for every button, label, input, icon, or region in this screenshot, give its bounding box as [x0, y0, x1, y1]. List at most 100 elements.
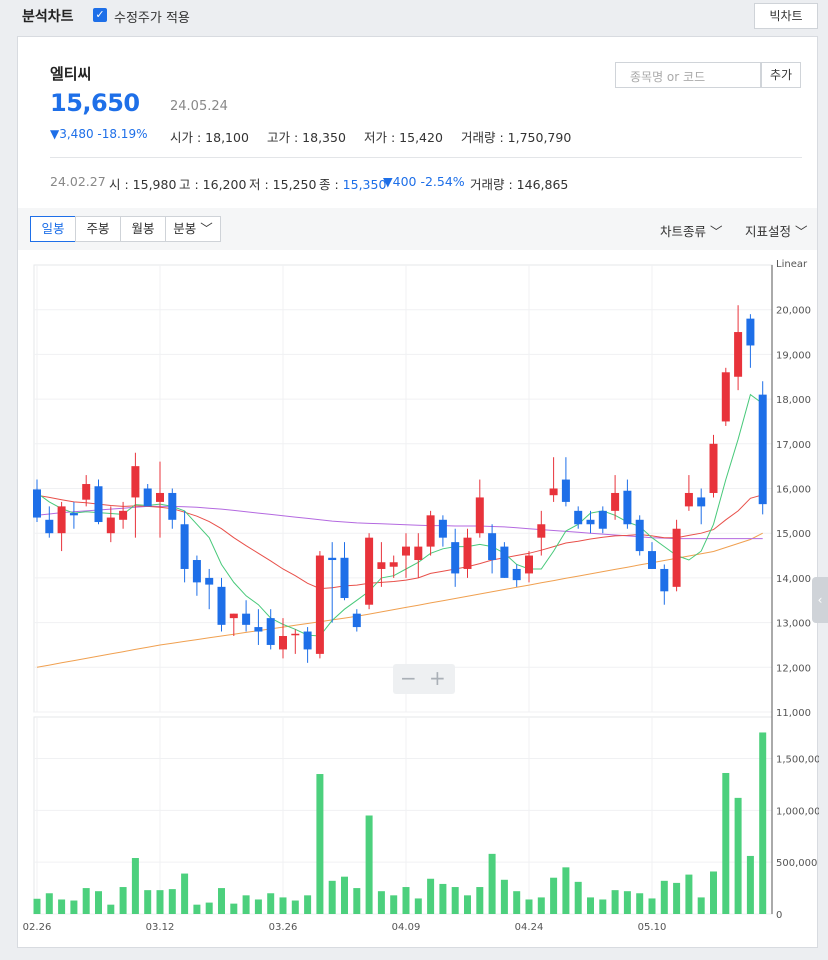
candle-up — [426, 515, 435, 547]
volume-bar — [476, 887, 484, 914]
volume-tick-label: 500,000 — [776, 858, 817, 869]
volume-bar — [525, 899, 533, 914]
candle-down — [598, 510, 607, 529]
volume-bar — [390, 895, 398, 914]
candle-down — [697, 497, 706, 507]
volume-bar — [759, 732, 767, 914]
volume-bar — [574, 881, 582, 914]
volume-bar — [131, 858, 139, 914]
volume-bar — [611, 890, 619, 914]
candle-up — [525, 555, 533, 574]
zoom-out-button[interactable]: − — [400, 664, 417, 692]
volume-tick-label: 1,000,000 — [776, 806, 819, 817]
volume-bar — [710, 871, 717, 914]
adjusted-price-checkbox[interactable]: ✓ — [93, 8, 107, 22]
volume-bar — [673, 882, 681, 914]
candle-up — [463, 537, 472, 569]
volume-bar — [119, 887, 127, 914]
candle-up — [365, 537, 374, 605]
volume-bar — [279, 897, 287, 914]
volume-bar — [33, 898, 41, 914]
volume-tick-label: 0 — [776, 910, 782, 921]
volume-bar — [697, 897, 705, 914]
top-bar: 분석차트 ✓ 수정주가 적용 빅차트 — [0, 0, 828, 32]
volume-bar — [353, 888, 361, 914]
volume-bar — [230, 903, 238, 914]
volume-bar — [636, 893, 644, 914]
candlestick-chart[interactable]: 11,000 12,000 13,000 14,000 15,000 16,000 17,0… — [18, 37, 819, 949]
volume-bar — [488, 853, 496, 914]
volume-bar — [685, 874, 693, 914]
volume-bar — [439, 883, 447, 914]
price-scale-label: Linear — [776, 259, 808, 270]
x-tick-label: 05.10 — [638, 922, 667, 933]
bigchart-button[interactable]: 빅차트 — [754, 3, 818, 29]
candle-down — [254, 627, 263, 632]
candle-down — [561, 479, 570, 502]
volume-bar — [377, 891, 385, 914]
candle-down — [340, 557, 349, 599]
volume-bar — [341, 876, 348, 914]
candle-up — [549, 488, 558, 496]
x-tick-label: 03.26 — [269, 922, 298, 933]
candle-up — [131, 466, 140, 498]
candle-up — [734, 332, 743, 377]
candle-down — [205, 577, 214, 585]
candle-down — [623, 490, 632, 525]
candle-down — [438, 519, 447, 538]
volume-bar — [107, 904, 115, 914]
volume-bar — [328, 880, 336, 914]
volume-bar — [464, 895, 471, 914]
candle-up — [709, 443, 718, 493]
candle-down — [242, 613, 251, 625]
volume-bar — [193, 904, 201, 914]
price-tick-label: 12,000 — [776, 663, 811, 674]
candle-up — [402, 546, 410, 556]
price-tick-label: 14,000 — [776, 574, 811, 585]
zoom-in-button[interactable]: + — [429, 664, 446, 692]
candle-down — [586, 519, 595, 525]
candle-up — [57, 506, 66, 534]
adjusted-price-label[interactable]: 수정주가 적용 — [114, 7, 190, 26]
candle-down — [33, 489, 41, 518]
candle-down — [192, 560, 201, 583]
volume-bar — [537, 897, 545, 914]
candle-up — [119, 510, 128, 520]
candle-down — [512, 568, 521, 581]
candle-down — [635, 519, 644, 552]
volume-bar — [500, 879, 508, 914]
candle-up — [291, 633, 300, 636]
price-tick-label: 19,000 — [776, 350, 811, 361]
candle-up — [279, 636, 287, 650]
candle-down — [746, 318, 755, 346]
volume-bar — [427, 878, 435, 914]
volume-bar — [562, 867, 570, 914]
page-title: 분석차트 — [22, 9, 74, 25]
volume-bar — [304, 895, 312, 914]
volume-bar — [267, 893, 275, 914]
volume-bar — [550, 877, 558, 914]
candle-up — [82, 484, 91, 500]
volume-bar — [291, 900, 299, 914]
candle-up — [611, 492, 620, 511]
chart-panel: 엘티씨 15,650 24.05.24 ▼3,480 -18.19% 시가 : … — [17, 36, 819, 949]
candle-down — [328, 557, 337, 561]
candle-up — [389, 562, 398, 567]
side-panel-toggle[interactable]: ‹ — [812, 577, 828, 623]
volume-bar — [734, 797, 742, 914]
price-tick-label: 18,000 — [776, 395, 811, 406]
candle-up — [475, 497, 484, 534]
volume-bar — [648, 898, 656, 914]
candle-up — [229, 613, 238, 619]
volume-bar — [70, 900, 78, 914]
candle-up — [377, 562, 386, 569]
volume-bar — [45, 893, 53, 914]
candle-down — [660, 568, 669, 592]
x-tick-label: 04.24 — [515, 922, 544, 933]
candle-down — [45, 519, 54, 534]
candle-down — [488, 533, 497, 561]
volume-bar — [242, 895, 250, 914]
volume-bar — [218, 888, 225, 914]
candle-up — [721, 372, 730, 422]
candle-down — [500, 546, 509, 578]
